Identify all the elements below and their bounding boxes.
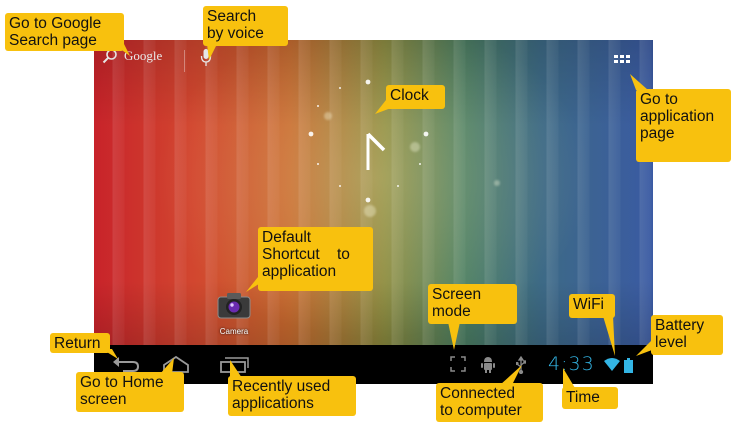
callout-connected: Connected to computer xyxy=(436,383,543,422)
callout-pointer xyxy=(102,349,118,359)
callout-clock: Clock xyxy=(386,85,445,109)
battery-icon xyxy=(624,358,633,373)
screen-mode-icon xyxy=(450,356,466,372)
callout-pointer xyxy=(448,322,460,350)
callout-text: to computer xyxy=(440,402,522,419)
camera-icon xyxy=(217,293,251,319)
app-drawer-button[interactable] xyxy=(614,54,630,72)
callout-text: Search xyxy=(207,8,257,25)
callout-text: Default xyxy=(262,229,312,246)
callout-text: application xyxy=(262,263,337,280)
callout-text: Go to Home xyxy=(80,374,164,391)
android-debug-status xyxy=(481,356,495,378)
callout-wifi: WiFi xyxy=(569,294,615,318)
callout-text: Connected xyxy=(440,385,515,402)
camera-shortcut[interactable]: Camera xyxy=(216,290,252,336)
callout-pointer xyxy=(603,316,615,356)
callout-text: by voice xyxy=(207,25,264,42)
callout-text: Go to Google xyxy=(9,15,102,32)
callout-text: Recently used xyxy=(232,378,331,395)
callout-text: Search page xyxy=(9,32,97,49)
callout-pointer xyxy=(160,358,174,374)
callout-home: Go to Home screen xyxy=(76,372,184,412)
callout-text: Time xyxy=(566,389,600,406)
callout-text: Screen xyxy=(432,286,482,303)
camera-label: Camera xyxy=(219,327,249,336)
callout-pointer xyxy=(375,100,391,114)
callout-pointer xyxy=(207,44,217,60)
screen-mode-button[interactable] xyxy=(450,356,466,377)
callout-google-search: Go to Google Search page xyxy=(5,13,124,51)
callout-pointer xyxy=(500,365,522,385)
callout-recent-apps: Recently used applications xyxy=(228,376,356,416)
callout-pointer xyxy=(563,368,575,388)
callout-text: Clock xyxy=(390,87,429,104)
callout-text: WiFi xyxy=(573,296,604,313)
bokeh-light xyxy=(364,205,376,217)
callout-text: Battery xyxy=(655,317,705,334)
callout-return: Return xyxy=(50,333,110,353)
callout-screen-mode: Screen mode xyxy=(428,284,517,324)
apps-grid-icon xyxy=(614,55,630,63)
wifi-icon xyxy=(604,358,620,371)
android-debug-icon xyxy=(481,357,495,373)
callout-time: Time xyxy=(562,387,618,409)
callout-text: mode xyxy=(432,303,471,320)
callout-text: level xyxy=(655,334,687,351)
callout-text: applications xyxy=(232,395,314,412)
callout-pointer xyxy=(246,272,262,292)
callout-battery: Battery level xyxy=(651,315,723,355)
tablet-home-screen: Google Camera 4:33 xyxy=(94,40,653,384)
callout-pointer xyxy=(230,360,242,378)
callout-text: page xyxy=(640,125,675,142)
callout-text: Return xyxy=(54,335,101,352)
callout-application-page: Go to application page xyxy=(636,89,731,162)
bokeh-light xyxy=(494,180,500,186)
search-divider xyxy=(184,50,185,72)
callout-default-shortcut: Default Shortcut to application xyxy=(258,227,373,291)
callout-pointer xyxy=(636,340,652,356)
callout-pointer xyxy=(630,74,648,90)
battery-status xyxy=(624,358,633,378)
callout-voice-search: Search by voice xyxy=(203,6,288,46)
callout-text: Shortcut to xyxy=(262,246,350,263)
callout-pointer xyxy=(108,40,130,56)
callout-text: Go to xyxy=(640,91,678,108)
wifi-status xyxy=(604,358,620,377)
callout-text: application xyxy=(640,108,715,125)
callout-text: screen xyxy=(80,391,127,408)
